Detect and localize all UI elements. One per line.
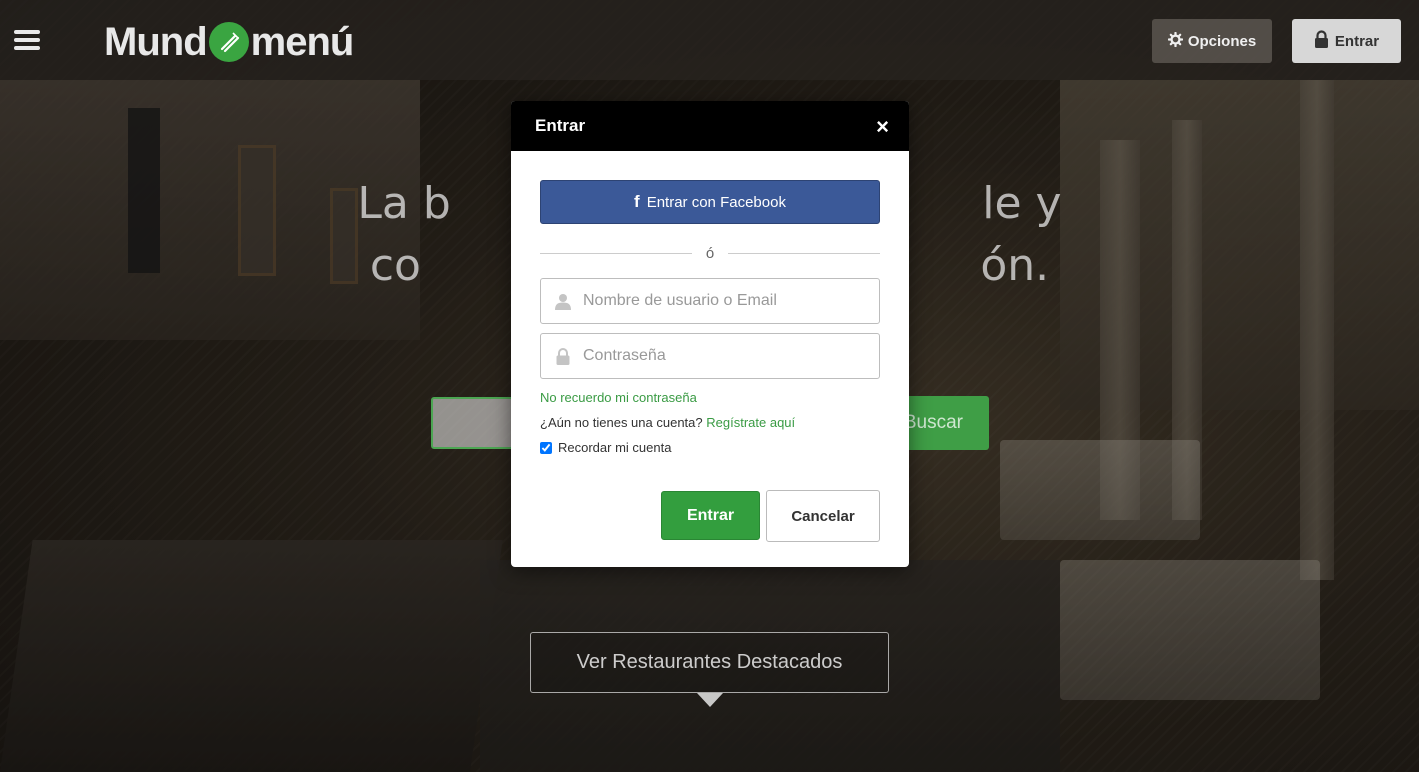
submit-login-button[interactable]: Entrar bbox=[661, 491, 760, 540]
login-modal: Entrar × f Entrar con Facebook ó Nombre … bbox=[511, 101, 909, 567]
lock-icon bbox=[1314, 30, 1329, 52]
logo-text-left: Mund bbox=[104, 19, 208, 64]
or-divider: ó bbox=[540, 243, 880, 263]
lock-icon bbox=[555, 347, 571, 365]
username-input[interactable] bbox=[581, 291, 865, 311]
hamburger-menu-icon[interactable] bbox=[14, 30, 40, 50]
remember-account[interactable]: Recordar mi cuenta bbox=[540, 440, 671, 455]
password-field[interactable] bbox=[540, 333, 880, 379]
login-button[interactable]: Entrar bbox=[1292, 19, 1401, 63]
register-row: ¿Aún no tienes una cuenta? Regístrate aq… bbox=[540, 415, 795, 430]
register-link[interactable]: Regístrate aquí bbox=[706, 415, 795, 430]
modal-title: Entrar bbox=[535, 116, 586, 135]
user-icon bbox=[555, 292, 571, 310]
fork-knife-icon bbox=[208, 22, 249, 62]
options-button[interactable]: Opciones bbox=[1152, 19, 1272, 63]
options-label: Opciones bbox=[1187, 32, 1257, 50]
top-bar: Mund menú Opciones Entrar bbox=[0, 0, 1419, 80]
page: Mund menú Opciones Entrar La b le y co ó… bbox=[0, 0, 1419, 772]
close-icon[interactable]: × bbox=[876, 114, 889, 140]
password-input[interactable] bbox=[581, 346, 865, 366]
modal-header: Entrar × bbox=[511, 101, 909, 151]
featured-restaurants-button[interactable]: Ver Restaurantes Destacados bbox=[530, 632, 889, 693]
or-divider-text: ó bbox=[705, 244, 715, 262]
forgot-password-link[interactable]: No recuerdo mi contraseña bbox=[540, 390, 697, 405]
logo-text-right: menú bbox=[250, 19, 355, 64]
register-prompt: ¿Aún no tienes una cuenta? bbox=[540, 415, 703, 430]
login-label: Entrar bbox=[1334, 32, 1380, 50]
logo[interactable]: Mund menú bbox=[104, 19, 355, 64]
remember-checkbox[interactable] bbox=[540, 441, 552, 454]
cancel-button[interactable]: Cancelar bbox=[766, 490, 880, 542]
facebook-icon: f bbox=[634, 192, 640, 211]
username-field[interactable] bbox=[540, 278, 880, 324]
facebook-login-button[interactable]: f Entrar con Facebook bbox=[540, 180, 880, 224]
gear-icon bbox=[1167, 31, 1183, 51]
remember-label: Recordar mi cuenta bbox=[558, 440, 672, 455]
facebook-login-label: Entrar con Facebook bbox=[646, 193, 786, 211]
down-arrow-icon bbox=[697, 693, 723, 707]
